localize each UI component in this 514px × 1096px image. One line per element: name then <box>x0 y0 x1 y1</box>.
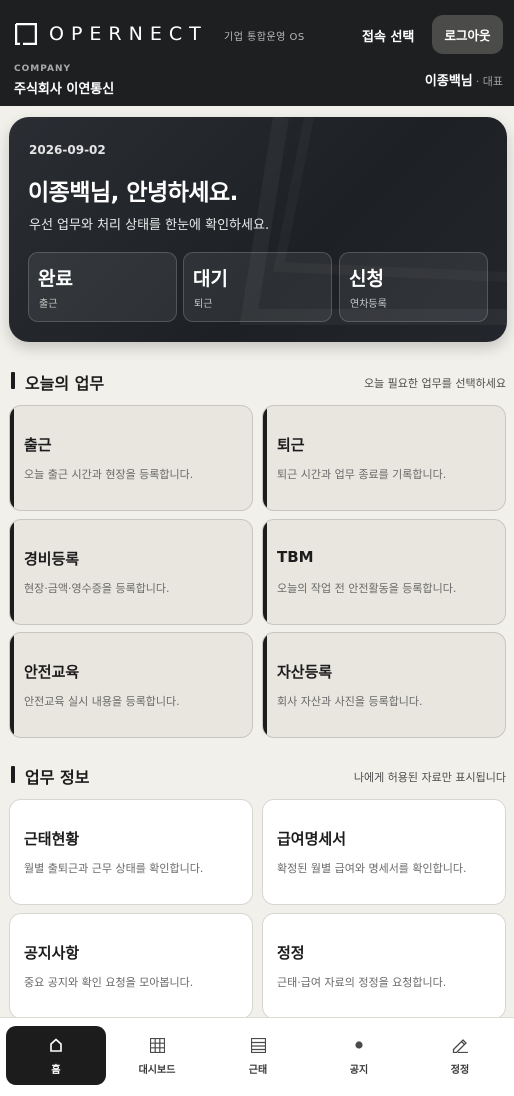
hero-date: 2026-09-02 <box>29 143 106 157</box>
home-icon <box>49 1035 63 1055</box>
nav-item-correction[interactable]: 정정 <box>410 1026 510 1085</box>
stat-label: 퇴근 <box>194 299 213 310</box>
card-description: 안전교육 실시 내용을 등록합니다. <box>24 695 180 708</box>
card-title: 근태현황 <box>24 830 80 848</box>
card-description: 확정된 월별 급여와 명세서를 확인합니다. <box>277 862 467 875</box>
today-section-header: 오늘의 업무 오늘 필요한 업무를 선택하세요 <box>11 370 506 393</box>
stat-value: 신청 <box>349 268 384 290</box>
logo-mark-icon <box>15 23 37 45</box>
info-card-correction[interactable]: 정정 근태·급여 자료의 정정을 요청합니다. <box>262 913 506 1019</box>
card-title: 경비등록 <box>24 550 80 568</box>
nav-label: 홈 <box>51 1065 61 1076</box>
logo-text: OPERNECT <box>49 23 208 45</box>
card-description: 오늘의 작업 전 안전활동을 등록합니다. <box>277 582 457 595</box>
card-title: 자산등록 <box>277 663 333 681</box>
task-card-tbm[interactable]: TBM 오늘의 작업 전 안전활동을 등록합니다. <box>262 519 506 625</box>
card-description: 월별 출퇴근과 근무 상태를 확인합니다. <box>24 862 204 875</box>
section-title: 오늘의 업무 <box>25 374 105 393</box>
card-title: TBM <box>277 548 314 566</box>
nav-item-dashboard[interactable]: 대시보드 <box>107 1026 207 1085</box>
card-title: 급여명세서 <box>277 830 347 848</box>
card-title: 퇴근 <box>277 436 305 454</box>
card-description: 현장·금액·영수증을 등록합니다. <box>24 582 170 595</box>
card-title: 안전교육 <box>24 663 80 681</box>
card-description: 회사 자산과 사진을 등록합니다. <box>277 695 423 708</box>
hero-title: 이종백님, 안녕하세요. <box>28 180 238 206</box>
task-card-clock-out[interactable]: 퇴근 퇴근 시간과 업무 종료를 기록합니다. <box>262 405 506 511</box>
card-title: 공지사항 <box>24 944 80 962</box>
stat-value: 대기 <box>193 268 228 290</box>
card-description: 근태·급여 자료의 정정을 요청합니다. <box>277 976 447 989</box>
stat-value: 완료 <box>38 268 73 290</box>
section-title: 업무 정보 <box>25 768 90 787</box>
info-section-header: 업무 정보 나에게 허용된 자료만 표시됩니다 <box>11 764 506 787</box>
nav-label: 근태 <box>248 1065 268 1076</box>
section-hint: 나에게 허용된 자료만 표시됩니다 <box>353 771 506 784</box>
card-description: 퇴근 시간과 업무 종료를 기록합니다. <box>277 468 447 481</box>
card-description: 중요 공지와 확인 요청을 모아봅니다. <box>24 976 194 989</box>
grid-icon <box>149 1035 165 1055</box>
info-card-notices[interactable]: 공지사항 중요 공지와 확인 요청을 모아봅니다. <box>9 913 253 1019</box>
nav-label: 정정 <box>450 1065 470 1076</box>
nav-item-notice[interactable]: 공지 <box>309 1026 409 1085</box>
info-card-attendance[interactable]: 근태현황 월별 출퇴근과 근무 상태를 확인합니다. <box>9 799 253 905</box>
list-icon <box>250 1035 266 1055</box>
user-name: 이종백님 <box>424 74 473 89</box>
stat-label: 연차등록 <box>350 299 387 310</box>
user-role: · 대표 <box>475 75 503 88</box>
info-card-payslip[interactable]: 급여명세서 확정된 월별 급여와 명세서를 확인합니다. <box>262 799 506 905</box>
nav-label: 공지 <box>349 1065 369 1076</box>
task-card-safety-training[interactable]: 안전교육 안전교육 실시 내용을 등록합니다. <box>9 632 253 738</box>
section-bar <box>11 766 15 783</box>
card-title: 출근 <box>24 436 52 454</box>
app-root: OPERNECT 기업 통합운영 OS 접속 선택 로그아웃 COMPANY 주… <box>0 0 514 1096</box>
stat-card-clock-out[interactable]: 대기 퇴근 <box>183 252 332 322</box>
company-label: COMPANY <box>14 64 71 74</box>
stat-card-leave[interactable]: 신청 연차등록 <box>339 252 488 322</box>
stat-label: 출근 <box>39 299 58 310</box>
user-info: 이종백님 · 대표 <box>425 70 503 89</box>
greeting-hero: 2026-09-02 이종백님, 안녕하세요. 우선 업무와 처리 상태를 한눈… <box>9 117 507 342</box>
task-card-clock-in[interactable]: 출근 오늘 출근 시간과 현장을 등록합니다. <box>9 405 253 511</box>
nav-item-attendance[interactable]: 근태 <box>208 1026 308 1085</box>
dot-icon <box>355 1035 363 1055</box>
task-card-asset[interactable]: 자산등록 회사 자산과 사진을 등록합니다. <box>262 632 506 738</box>
bottom-nav: 홈 대시보드 근태 공지 정정 <box>0 1017 514 1096</box>
nav-label: 대시보드 <box>138 1065 176 1076</box>
nav-item-home[interactable]: 홈 <box>6 1026 106 1085</box>
stat-card-clock-in[interactable]: 완료 출근 <box>28 252 177 322</box>
card-description: 오늘 출근 시간과 현장을 등록합니다. <box>24 468 194 481</box>
hero-description: 우선 업무와 처리 상태를 한눈에 확인하세요. <box>29 218 270 233</box>
pencil-icon <box>452 1035 469 1055</box>
logout-button[interactable]: 로그아웃 <box>432 15 503 54</box>
card-title: 정정 <box>277 944 305 962</box>
section-hint: 오늘 필요한 업무를 선택하세요 <box>363 377 506 390</box>
logo[interactable]: OPERNECT <box>15 23 208 45</box>
logo-subtitle: 기업 통합운영 OS <box>224 32 305 43</box>
access-select-link[interactable]: 접속 선택 <box>362 26 414 45</box>
section-bar <box>11 372 15 389</box>
company-name: 주식회사 이연통신 <box>14 82 115 97</box>
top-header: OPERNECT 기업 통합운영 OS 접속 선택 로그아웃 COMPANY 주… <box>0 0 514 106</box>
task-card-expense[interactable]: 경비등록 현장·금액·영수증을 등록합니다. <box>9 519 253 625</box>
